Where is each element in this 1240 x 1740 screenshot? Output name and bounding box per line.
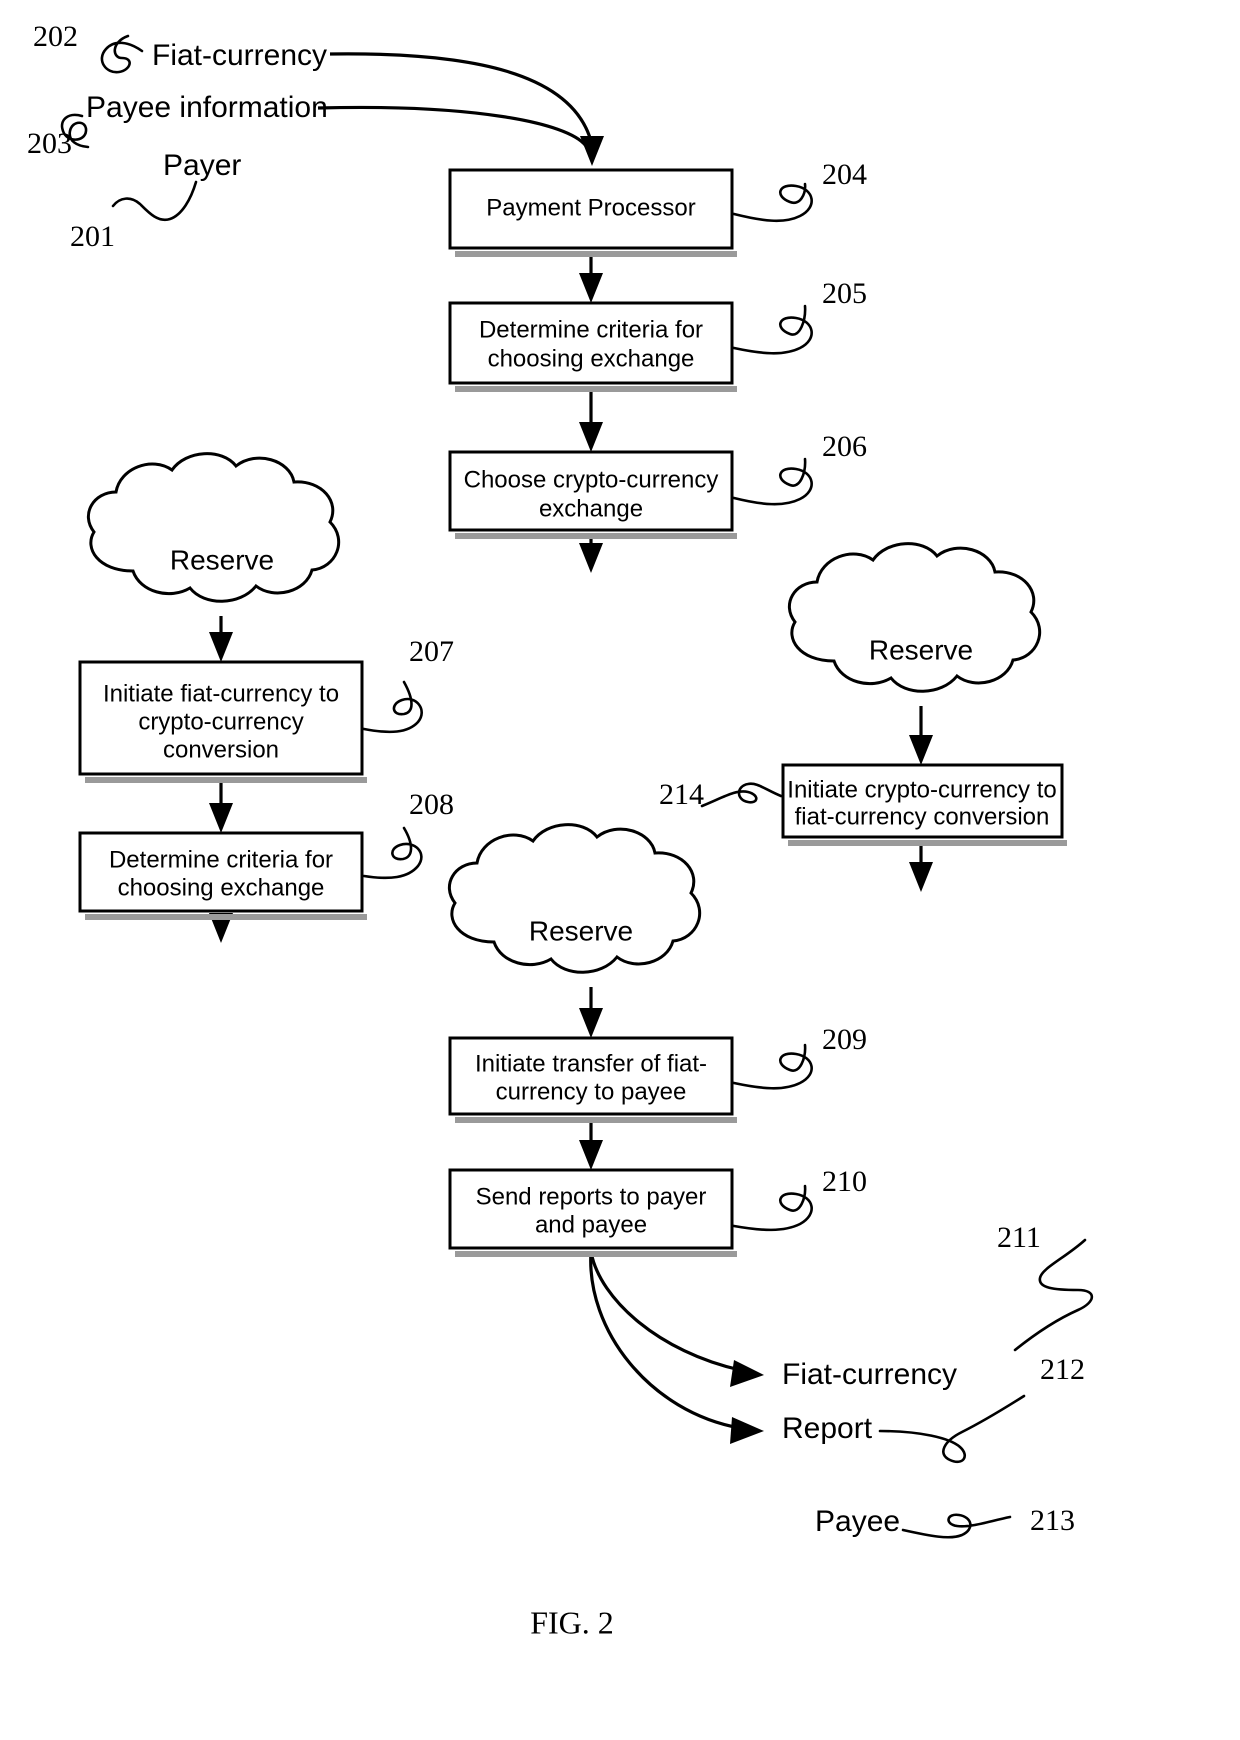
reference-numeral-201: 201 bbox=[70, 220, 115, 253]
lead-line-205 bbox=[732, 304, 813, 355]
figure-caption: FIG. 2 bbox=[530, 1604, 614, 1640]
lead-line-213 bbox=[901, 1513, 1012, 1539]
connector-204-to-205 bbox=[579, 252, 603, 303]
cloud-label: Reserve bbox=[170, 544, 274, 575]
reference-numeral-210: 210 bbox=[822, 1165, 867, 1198]
lead-line-210 bbox=[732, 1184, 813, 1232]
process-box-determine-criteria-2[interactable]: Determine criteria for choosing exchange bbox=[78, 831, 367, 920]
box-label-line: and payee bbox=[535, 1211, 647, 1238]
reference-numeral-208: 208 bbox=[409, 788, 454, 821]
process-box-initiate-transfer[interactable]: Initiate transfer of fiat- currency to p… bbox=[448, 1036, 737, 1123]
box-label-line: conversion bbox=[163, 736, 279, 763]
lead-line-204 bbox=[732, 182, 813, 223]
process-box-determine-criteria-1[interactable]: Determine criteria for choosing exchange bbox=[448, 301, 737, 392]
cloud-label: Reserve bbox=[869, 634, 973, 665]
lead-line-208 bbox=[362, 826, 423, 880]
box-label-line: Initiate transfer of fiat- bbox=[475, 1050, 707, 1077]
label-payee-entity: Payee bbox=[815, 1505, 900, 1538]
process-box-send-reports[interactable]: Send reports to payer and payee bbox=[448, 1168, 737, 1257]
box-label-line: Send reports to payer bbox=[476, 1183, 707, 1210]
connector-cloudright-to-214 bbox=[909, 706, 933, 765]
connector-205-to-206 bbox=[579, 387, 603, 452]
box-label-line: fiat-currency conversion bbox=[795, 803, 1050, 830]
process-box-payment-processor[interactable]: Payment Processor bbox=[448, 168, 737, 257]
box-label-line: Determine criteria for bbox=[109, 846, 333, 873]
lead-line-211 bbox=[1013, 1238, 1094, 1352]
reference-numeral-206: 206 bbox=[822, 430, 867, 463]
patent-figure-2: Payment Processor 204 Determine criteria… bbox=[0, 0, 1240, 1740]
box-label-line: Determine criteria for bbox=[479, 316, 703, 343]
process-box-choose-exchange[interactable]: Choose crypto-currency exchange bbox=[448, 450, 737, 539]
connector-cloudleft-to-207 bbox=[209, 616, 233, 662]
box-label-line: exchange bbox=[539, 495, 643, 522]
cloud-reserve-left: Reserve bbox=[87, 452, 341, 603]
box-label-line: Initiate fiat-currency to bbox=[103, 680, 339, 707]
box-label-line: Initiate crypto-currency to bbox=[787, 776, 1056, 803]
label-payee-information-input: Payee information bbox=[86, 91, 328, 124]
box-label-line: choosing exchange bbox=[118, 874, 325, 901]
label-fiat-currency-output: Fiat-currency bbox=[782, 1358, 957, 1391]
label-report-output: Report bbox=[782, 1412, 873, 1445]
cloud-label: Reserve bbox=[529, 915, 633, 946]
connector-cloudcenter-to-209 bbox=[579, 987, 603, 1038]
input-arrow-payee-information bbox=[317, 105, 588, 148]
cloud-reserve-center: Reserve bbox=[448, 823, 702, 974]
connector-207-to-208 bbox=[209, 778, 233, 833]
lead-line-212 bbox=[878, 1394, 1026, 1464]
box-label-line: currency to payee bbox=[496, 1078, 687, 1105]
lead-line-202 bbox=[100, 34, 144, 74]
figure-canvas: Payment Processor 204 Determine criteria… bbox=[27, 20, 1094, 1640]
reference-numeral-211: 211 bbox=[997, 1221, 1041, 1254]
reference-numeral-212: 212 bbox=[1040, 1353, 1085, 1386]
box-label-line: choosing exchange bbox=[488, 345, 695, 372]
connector-214-exit bbox=[909, 841, 933, 892]
lead-line-201 bbox=[111, 180, 198, 222]
reference-numeral-214: 214 bbox=[659, 778, 704, 811]
connector-209-to-210 bbox=[579, 1118, 603, 1170]
box-label-line: Payment Processor bbox=[486, 194, 695, 221]
reference-numeral-202: 202 bbox=[33, 20, 78, 53]
reference-numeral-213: 213 bbox=[1030, 1504, 1075, 1537]
label-fiat-currency-input: Fiat-currency bbox=[152, 39, 327, 72]
lead-line-207 bbox=[362, 680, 423, 734]
output-arrow-fiat-currency bbox=[589, 1251, 764, 1387]
process-box-initiate-crypto-to-fiat[interactable]: Initiate crypto-currency to fiat-currenc… bbox=[781, 763, 1067, 846]
lead-line-214 bbox=[700, 782, 783, 808]
reference-numeral-204: 204 bbox=[822, 158, 867, 191]
cloud-reserve-right: Reserve bbox=[788, 542, 1042, 693]
box-label-line: Choose crypto-currency bbox=[464, 466, 719, 493]
connector-206-exit bbox=[579, 534, 603, 573]
reference-numeral-203: 203 bbox=[27, 127, 72, 160]
lead-line-206 bbox=[732, 457, 813, 506]
reference-numeral-207: 207 bbox=[409, 635, 454, 668]
box-label-line: crypto-currency bbox=[138, 708, 303, 735]
reference-numeral-209: 209 bbox=[822, 1023, 867, 1056]
reference-numeral-205: 205 bbox=[822, 277, 867, 310]
lead-line-209 bbox=[732, 1043, 813, 1090]
label-payer-entity: Payer bbox=[163, 149, 241, 182]
input-arrow-fiat-currency bbox=[329, 52, 604, 166]
process-box-initiate-fiat-to-crypto[interactable]: Initiate fiat-currency to crypto-currenc… bbox=[78, 660, 367, 783]
